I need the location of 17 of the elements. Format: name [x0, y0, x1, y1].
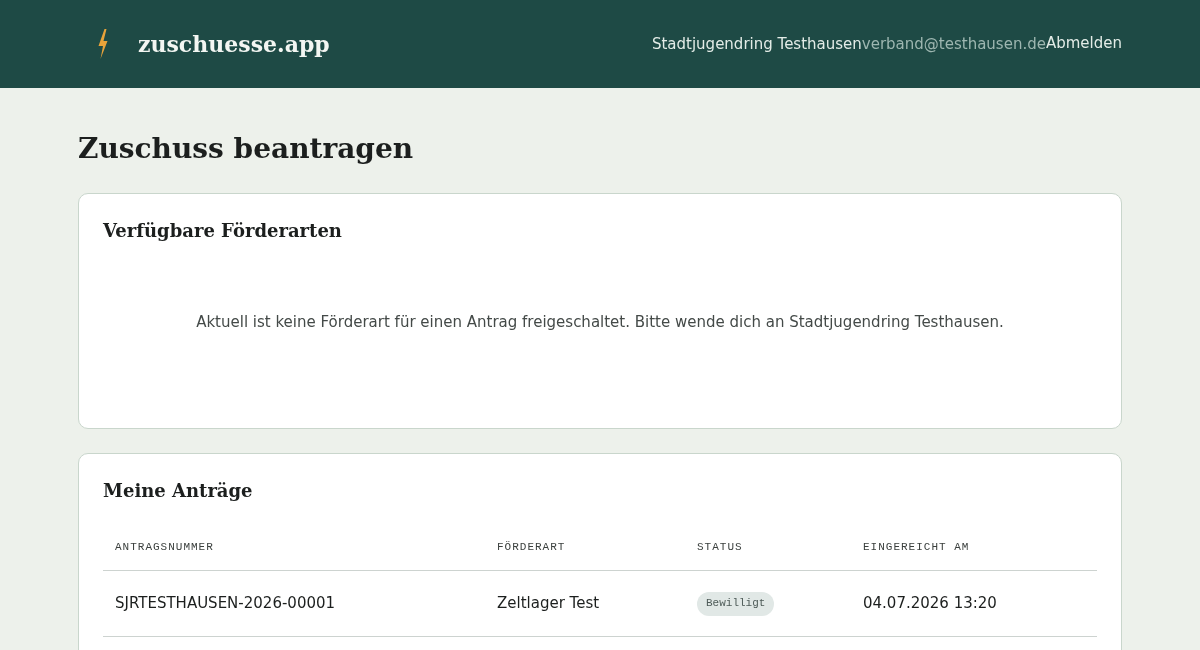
- lightning-bolt-icon: [98, 29, 108, 59]
- card-title: Verfügbare Förderarten: [103, 219, 343, 243]
- organization-name: Stadtjugendring Testhausen: [651, 33, 862, 55]
- page-title: Zuschuss beantragen: [78, 131, 415, 166]
- column-header: STATUS: [685, 524, 851, 571]
- column-header: EINGEREICHT AM: [851, 524, 1097, 571]
- card-title: Meine Anträge: [103, 478, 254, 503]
- empty-message: Aktuell ist keine Förderart für einen Antrag freigeschaltet. Bitte wende dich an Stadtjugendring Testhausen.: [195, 312, 1005, 334]
- brand-link[interactable]: zuschuesse.app: [138, 27, 330, 61]
- table-cell: SJRTESTHAUSEN-2026-00001: [103, 570, 485, 637]
- table-cell: Zeltlager Test: [485, 570, 685, 637]
- logout-link[interactable]: Abmelden: [1045, 31, 1122, 55]
- table-cell: 04.07.2026 13:20: [851, 570, 1097, 637]
- column-header: ANTRAGSNUMMER: [103, 524, 485, 571]
- user-email: verband@testhausen.de: [861, 33, 1046, 55]
- status-badge: Bewilligt: [697, 592, 775, 616]
- column-header: FÖRDERART: [485, 524, 685, 571]
